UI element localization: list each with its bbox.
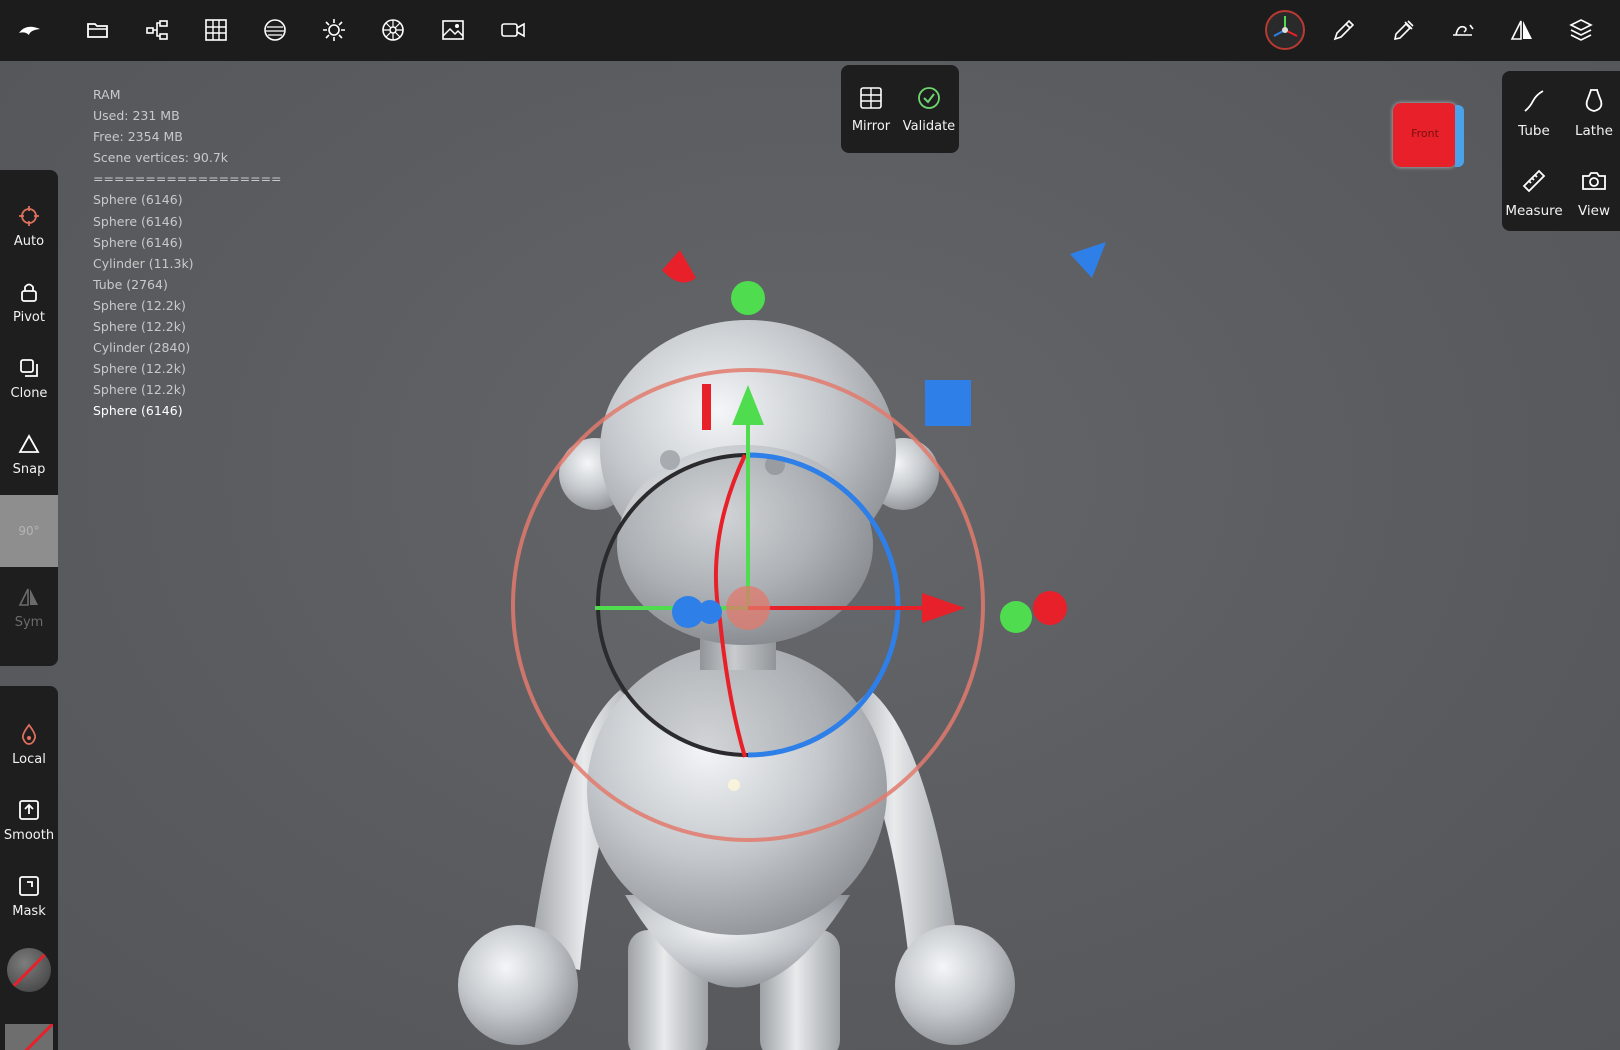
- top-center-panel: Mirror Validate: [841, 65, 959, 153]
- lathe-label: Lathe: [1575, 123, 1613, 139]
- left-tool-panel: Auto Pivot Clone Snap 90° Sym: [0, 170, 58, 666]
- smooth-icon: [19, 800, 39, 820]
- crosshair-icon: [19, 206, 39, 226]
- stats-vertices: Scene vertices: 90.7k: [93, 150, 229, 166]
- camera-photo-icon: [1582, 172, 1606, 190]
- mask-label: Mask: [12, 904, 46, 919]
- light-icon[interactable]: [317, 13, 351, 47]
- object-list-item[interactable]: Sphere (12.2k): [93, 379, 282, 400]
- view-cube-front-label: Front: [1411, 127, 1439, 140]
- stats-title: RAM: [93, 87, 121, 102]
- lathe-icon: [1585, 89, 1603, 112]
- validate-label: Validate: [902, 119, 956, 134]
- object-list-item[interactable]: Tube (2764): [93, 274, 282, 295]
- smooth-button[interactable]: Smooth: [0, 798, 58, 843]
- local-label: Local: [12, 752, 46, 767]
- snap-angle-field[interactable]: 90°: [0, 495, 58, 567]
- symmetry-icon[interactable]: [1505, 13, 1539, 47]
- drop-icon: [21, 723, 37, 745]
- eyedropper-icon[interactable]: [1387, 13, 1421, 47]
- validate-button[interactable]: Validate: [901, 85, 957, 134]
- smooth-label: Smooth: [3, 828, 55, 843]
- pivot-button[interactable]: Pivot: [0, 280, 58, 325]
- object-list-item[interactable]: Cylinder (11.3k): [93, 253, 282, 274]
- right-tool-panel: Tube Lathe Measure View: [1502, 71, 1620, 231]
- folder-icon[interactable]: [81, 13, 115, 47]
- view-button[interactable]: View: [1563, 167, 1620, 219]
- stats-used: Used: 231 MB: [93, 108, 180, 124]
- scene-tree-icon[interactable]: [140, 13, 174, 47]
- object-list-item-selected[interactable]: Sphere (6146): [93, 400, 282, 421]
- view-label: View: [1577, 203, 1611, 219]
- scene-stats: RAM Used: 231 MB Free: 2354 MB Scene ver…: [93, 84, 282, 422]
- snap-button[interactable]: Snap: [0, 432, 58, 477]
- tube-icon: [1524, 90, 1544, 112]
- lock-icon: [21, 283, 37, 302]
- object-list-item[interactable]: Sphere (6146): [93, 232, 282, 253]
- color-swatch[interactable]: [5, 1024, 53, 1050]
- postprocess-icon[interactable]: [376, 13, 410, 47]
- mirror-button[interactable]: Mirror: [843, 85, 899, 134]
- layers-icon[interactable]: [1564, 13, 1598, 47]
- tube-button[interactable]: Tube: [1503, 87, 1565, 139]
- sym-button[interactable]: Sym: [0, 585, 58, 630]
- clone-icon: [20, 359, 38, 377]
- stats-free: Free: 2354 MB: [93, 129, 183, 145]
- camera-icon[interactable]: [496, 13, 530, 47]
- gnomon-icon[interactable]: [1263, 8, 1307, 52]
- auto-button[interactable]: Auto: [0, 204, 58, 249]
- clone-label: Clone: [10, 386, 48, 401]
- snap-angle-value: 90°: [18, 524, 40, 538]
- ruler-icon: [1522, 169, 1546, 193]
- object-list-item[interactable]: Sphere (12.2k): [93, 316, 282, 337]
- background-image-icon[interactable]: [436, 13, 470, 47]
- triangle-icon: [18, 434, 40, 453]
- local-button[interactable]: Local: [0, 722, 58, 767]
- material-swatch[interactable]: [7, 948, 51, 992]
- object-list-item[interactable]: Sphere (12.2k): [93, 295, 282, 316]
- view-cube[interactable]: Front: [1393, 103, 1465, 169]
- object-list-item[interactable]: Sphere (12.2k): [93, 358, 282, 379]
- nomad-logo-icon[interactable]: [12, 13, 46, 47]
- top-toolbar: [0, 0, 1620, 61]
- measure-button[interactable]: Measure: [1503, 167, 1565, 219]
- pen-icon[interactable]: [1327, 13, 1361, 47]
- material-icon[interactable]: [258, 13, 292, 47]
- clone-button[interactable]: Clone: [0, 356, 58, 401]
- grid-icon[interactable]: [199, 13, 233, 47]
- check-circle-icon: [918, 87, 940, 109]
- left-tool-panel-2: Local Smooth Mask: [0, 686, 58, 1050]
- lathe-button[interactable]: Lathe: [1563, 87, 1620, 139]
- stats-separator: ==================: [93, 171, 282, 187]
- mask-button[interactable]: Mask: [0, 874, 58, 919]
- auto-label: Auto: [13, 234, 45, 249]
- measure-label: Measure: [1505, 203, 1563, 219]
- object-list-item[interactable]: Sphere (6146): [93, 189, 282, 210]
- mirror-label: Mirror: [851, 119, 891, 134]
- mask-icon: [19, 876, 39, 896]
- sym-label: Sym: [14, 615, 44, 630]
- symmetry-icon: [18, 588, 38, 606]
- mirror-icon: [860, 87, 882, 109]
- stroke-icon[interactable]: [1446, 13, 1480, 47]
- pivot-label: Pivot: [13, 310, 45, 325]
- object-list-item[interactable]: Cylinder (2840): [93, 337, 282, 358]
- object-list-item[interactable]: Sphere (6146): [93, 211, 282, 232]
- tube-label: Tube: [1518, 123, 1550, 139]
- snap-label: Snap: [12, 462, 46, 477]
